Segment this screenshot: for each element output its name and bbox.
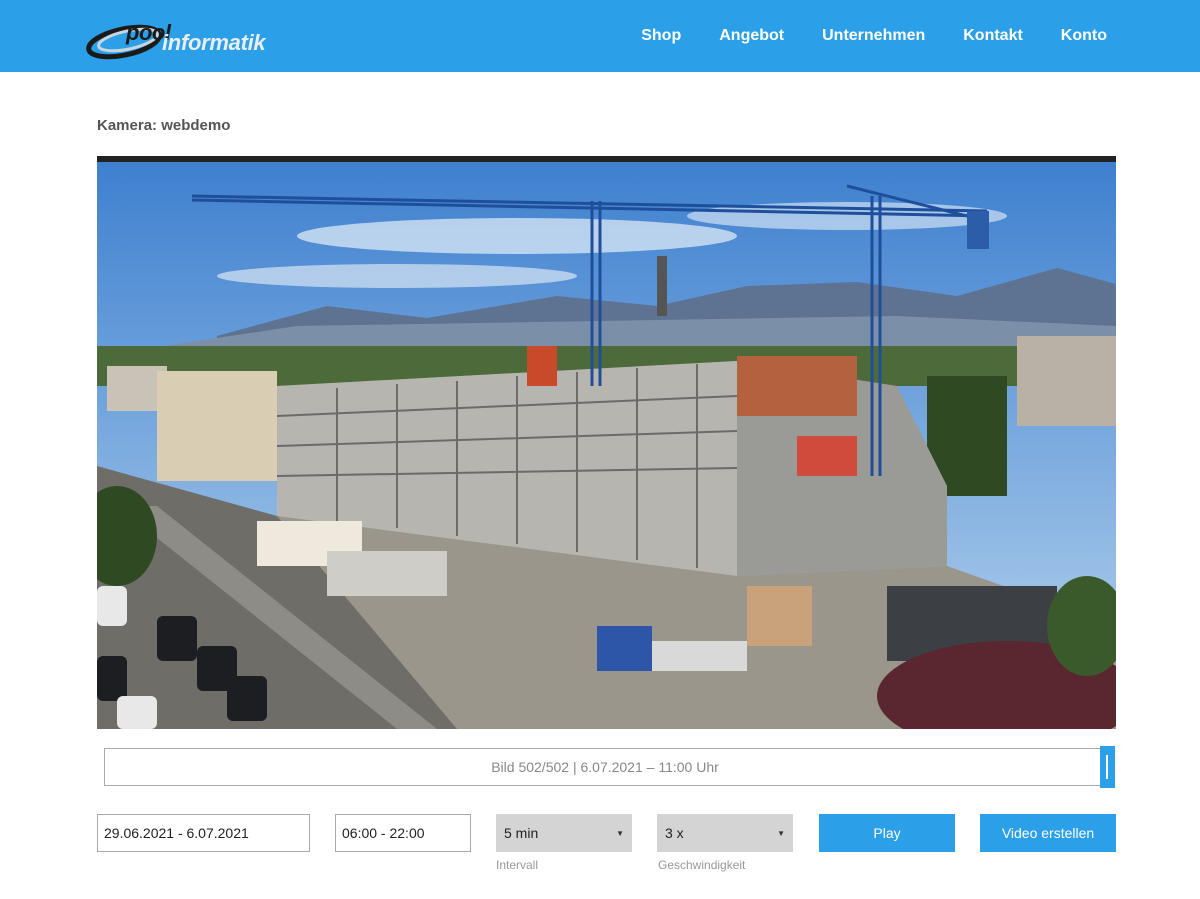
camera-image bbox=[97, 156, 1116, 729]
chevron-down-icon: ▼ bbox=[777, 828, 785, 838]
chevron-down-icon: ▼ bbox=[616, 828, 624, 838]
time-range-value: 06:00 - 22:00 bbox=[342, 825, 425, 841]
date-range-value: 29.06.2021 - 6.07.2021 bbox=[104, 825, 249, 841]
interval-label: Intervall bbox=[496, 858, 539, 872]
date-range-input[interactable]: 29.06.2021 - 6.07.2021 bbox=[97, 814, 310, 852]
speed-value: 3 x bbox=[665, 825, 684, 841]
create-video-button[interactable]: Video erstellen bbox=[980, 814, 1116, 852]
timeline-slider[interactable]: Bild 502/502 | 6.07.2021 – 11:00 Uhr bbox=[104, 748, 1106, 786]
camera-title: Kamera: webdemo bbox=[97, 117, 231, 134]
interval-select[interactable]: 5 min ▼ bbox=[496, 814, 632, 852]
site-header: pool informatik Shop Angebot Unternehmen… bbox=[0, 0, 1200, 72]
play-button[interactable]: Play bbox=[819, 814, 955, 852]
timeline-slider-handle[interactable] bbox=[1100, 746, 1115, 788]
nav-konto[interactable]: Konto bbox=[1061, 27, 1107, 45]
interval-value: 5 min bbox=[504, 825, 539, 841]
time-range-input[interactable]: 06:00 - 22:00 bbox=[335, 814, 471, 852]
construction-site-image bbox=[97, 156, 1116, 729]
speed-label: Geschwindigkeit bbox=[658, 858, 746, 872]
nav-shop[interactable]: Shop bbox=[641, 27, 681, 45]
nav-kontakt[interactable]: Kontakt bbox=[963, 27, 1023, 45]
timeline-label: Bild 502/502 | 6.07.2021 – 11:00 Uhr bbox=[491, 759, 719, 775]
speed-select[interactable]: 3 x ▼ bbox=[657, 814, 793, 852]
nav-angebot[interactable]: Angebot bbox=[719, 27, 784, 45]
logo-word-informatik: informatik bbox=[162, 30, 266, 55]
logo[interactable]: pool informatik bbox=[86, 10, 286, 62]
main-nav: Shop Angebot Unternehmen Kontakt Konto bbox=[641, 0, 1107, 72]
nav-unternehmen[interactable]: Unternehmen bbox=[822, 27, 925, 45]
